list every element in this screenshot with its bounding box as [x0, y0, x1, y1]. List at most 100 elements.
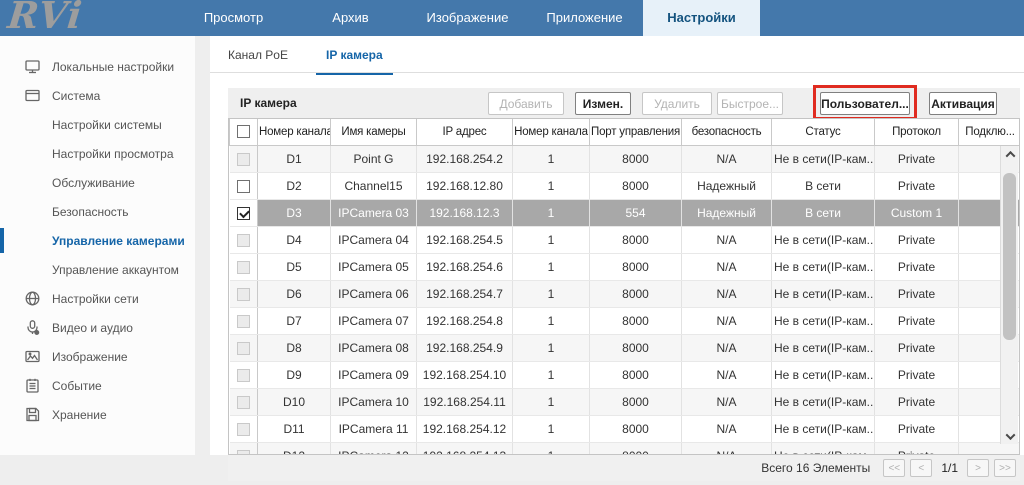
table-row[interactable]: D10IPCamera 10192.168.254.1118000N/AНе в…	[230, 388, 1021, 415]
table-cell: 192.168.254.8	[417, 307, 513, 334]
nav-item-4[interactable]: Приложение	[526, 0, 643, 36]
toolbar-button-6[interactable]: Активация	[929, 92, 997, 115]
sidebar-item[interactable]: Настройки системы	[0, 110, 195, 139]
nav-item-1[interactable]: Просмотр	[175, 0, 292, 36]
pager-button-4: >>	[994, 459, 1016, 477]
sidebar-item[interactable]: Управление аккаунтом	[0, 255, 195, 284]
sidebar-item[interactable]: Изображение	[0, 342, 195, 371]
table-row[interactable]: D1Point G192.168.254.218000N/AНе в сети(…	[230, 145, 1021, 172]
table-cell: IPCamera 10	[331, 388, 417, 415]
table-row[interactable]: D8IPCamera 08192.168.254.918000N/AНе в с…	[230, 334, 1021, 361]
sidebar-item[interactable]: Безопасность	[0, 197, 195, 226]
table-row[interactable]: D11IPCamera 11192.168.254.1218000N/AНе в…	[230, 415, 1021, 442]
sidebar-item[interactable]: Локальные настройки	[0, 52, 195, 81]
table-cell: Надежный	[682, 172, 772, 199]
sidebar-item[interactable]: Настройки просмотра	[0, 139, 195, 168]
table-cell: 1	[513, 307, 590, 334]
nav-item-5[interactable]: Настройки	[643, 0, 760, 36]
table-cell: 8000	[590, 172, 682, 199]
table-cell: 8000	[590, 253, 682, 280]
nav-item-3[interactable]: Изображение	[409, 0, 526, 36]
toolbar-title: IP камера	[240, 88, 297, 118]
pager-buttons-right: >>>	[967, 459, 1016, 477]
toolbar-button-3: Удалить	[642, 92, 712, 115]
table-row[interactable]: D4IPCamera 04192.168.254.518000N/AНе в с…	[230, 226, 1021, 253]
table-cell: N/A	[682, 388, 772, 415]
table-cell: 1	[513, 145, 590, 172]
table-cell: 1	[513, 415, 590, 442]
table-cell: IPCamera 09	[331, 361, 417, 388]
sidebar-item[interactable]: Хранение	[0, 400, 195, 429]
row-checkbox	[237, 261, 250, 274]
system-icon	[24, 87, 41, 104]
table-cell: Не в сети(IP-кам...	[772, 226, 875, 253]
row-checkbox[interactable]	[237, 207, 250, 220]
sidebar-item[interactable]: Событие	[0, 371, 195, 400]
table-cell: N/A	[682, 280, 772, 307]
sidebar-item[interactable]: Система	[0, 81, 195, 110]
nav-item-2[interactable]: Архив	[292, 0, 409, 36]
table-cell: Надежный	[682, 199, 772, 226]
select-all-header	[230, 119, 258, 145]
sidebar-item[interactable]: Видео и аудио	[0, 313, 195, 342]
table-cell: N/A	[682, 253, 772, 280]
scroll-up-icon[interactable]	[1001, 146, 1019, 162]
camera-table: Номер каналаИмя камерыIP адресНомер кана…	[228, 118, 1020, 455]
row-checkbox	[237, 342, 250, 355]
table-cell: 192.168.12.80	[417, 172, 513, 199]
table-cell: D3	[258, 199, 331, 226]
toolbar-button-4: Быстрое...	[717, 92, 783, 115]
table-cell: D6	[258, 280, 331, 307]
table-row[interactable]: D12IPCamera 12192.168.254.1318000N/AНе в…	[230, 442, 1021, 455]
table-row[interactable]: D6IPCamera 06192.168.254.718000N/AНе в с…	[230, 280, 1021, 307]
table-cell: IPCamera 05	[331, 253, 417, 280]
brand-logo: RVi	[6, 0, 85, 37]
table-row[interactable]: D7IPCamera 07192.168.254.818000N/AНе в с…	[230, 307, 1021, 334]
toolbar-button-2[interactable]: Измен.	[575, 92, 631, 115]
table-cell: Private	[875, 280, 959, 307]
table-cell: 8000	[590, 361, 682, 388]
table-cell: D5	[258, 253, 331, 280]
tab-2[interactable]: IP камера	[316, 46, 393, 75]
table-cell: 192.168.254.12	[417, 415, 513, 442]
table-cell: IPCamera 06	[331, 280, 417, 307]
pagination-bar: Всего 16 Элементы <<< 1/1 >>>	[228, 455, 1020, 481]
table-cell: Private	[875, 361, 959, 388]
column-header: IP адрес	[417, 119, 513, 145]
table-cell: В сети	[772, 172, 875, 199]
row-checkbox	[237, 153, 250, 166]
tab-1[interactable]: Канал PoE	[218, 46, 298, 75]
sidebar-item[interactable]: Управление камерами	[0, 226, 195, 255]
table-cell: D9	[258, 361, 331, 388]
table-cell: IPCamera 12	[331, 442, 417, 455]
table-cell: D11	[258, 415, 331, 442]
table-cell: 8000	[590, 280, 682, 307]
table-cell: N/A	[682, 442, 772, 455]
table-cell: Private	[875, 334, 959, 361]
event-icon	[24, 377, 41, 394]
table-cell: 8000	[590, 226, 682, 253]
select-all-checkbox[interactable]	[237, 125, 250, 138]
table-cell: Private	[875, 226, 959, 253]
table-row[interactable]: D2Channel15192.168.12.8018000НадежныйВ с…	[230, 172, 1021, 199]
main-nav: ПросмотрАрхивИзображениеПриложениеНастро…	[175, 0, 760, 36]
sidebar-item[interactable]: Обслуживание	[0, 168, 195, 197]
table-cell: Custom 1	[875, 199, 959, 226]
row-checkbox	[237, 288, 250, 301]
table-cell: 8000	[590, 334, 682, 361]
table-row[interactable]: D5IPCamera 05192.168.254.618000N/AНе в с…	[230, 253, 1021, 280]
table-cell: Не в сети(IP-кам...	[772, 388, 875, 415]
table-cell: 1	[513, 334, 590, 361]
table-toolbar: IP камера ДобавитьИзмен.УдалитьБыстрое..…	[228, 88, 1020, 118]
toolbar-button-5[interactable]: Пользовател...	[820, 92, 910, 115]
row-checkbox[interactable]	[237, 180, 250, 193]
table-row[interactable]: D9IPCamera 09192.168.254.1018000N/AНе в …	[230, 361, 1021, 388]
scroll-down-icon[interactable]	[1001, 428, 1019, 444]
table-cell: IPCamera 11	[331, 415, 417, 442]
table-cell: IPCamera 03	[331, 199, 417, 226]
table-cell: D12	[258, 442, 331, 455]
sidebar-item[interactable]: Настройки сети	[0, 284, 195, 313]
column-header: Статус	[772, 119, 875, 145]
table-row[interactable]: D3IPCamera 03192.168.12.31554НадежныйВ с…	[230, 199, 1021, 226]
scrollbar-thumb[interactable]	[1003, 173, 1016, 340]
